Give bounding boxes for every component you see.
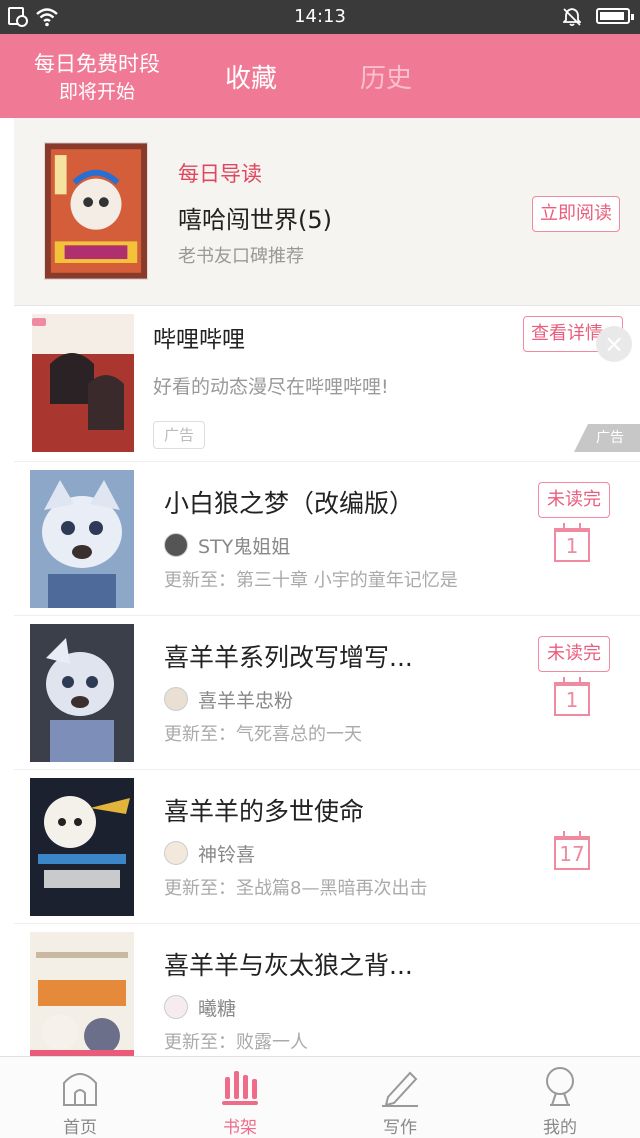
unread-badge[interactable]: 未读完 [538, 482, 610, 518]
book-author: 喜羊羊忠粉 [164, 686, 293, 712]
home-icon [63, 1073, 97, 1106]
close-ad-icon[interactable]: × [596, 326, 632, 362]
book-update: 更新至：圣战篇8—黑暗再次出击 [164, 878, 428, 899]
top-header: 每日免费时段 即将开始 收藏 历史 [0, 34, 640, 118]
promo-line2: 即将开始 [58, 81, 135, 103]
pen-icon [382, 1071, 418, 1107]
mute-bell-icon [563, 8, 581, 27]
book-update: 更新至：败露一人 [164, 1032, 308, 1053]
book-author: 曦糖 [164, 994, 236, 1020]
bookshelf-icon [222, 1071, 258, 1105]
status-time: 14:13 [294, 6, 346, 27]
book-cover[interactable] [30, 624, 134, 762]
book-title: 小白狼之梦（改编版） [164, 489, 415, 518]
tab-favorites[interactable]: 收藏 [225, 58, 277, 95]
ad-card[interactable]: 哔哩哔哩 好看的动态漫尽在哔哩哔哩! 广告 查看详情 × 广告 [14, 306, 640, 462]
unread-badge[interactable]: 未读完 [538, 636, 610, 672]
nav-bookshelf[interactable]: 书架 [160, 1057, 320, 1138]
author-avatar [164, 687, 188, 711]
ad-corner-flag: 广告 [574, 424, 640, 452]
book-cover[interactable] [30, 778, 134, 916]
nav-bookshelf-label: 书架 [223, 1118, 257, 1138]
book-title: 喜羊羊的多世使命 [164, 797, 365, 826]
read-now-button[interactable]: 立即阅读 [532, 196, 620, 232]
tab-history[interactable]: 历史 [360, 58, 412, 95]
daily-tag: 每日导读 [178, 162, 262, 186]
book-author: STY鬼姐姐 [164, 532, 290, 558]
battery-icon [596, 8, 634, 24]
nav-profile[interactable]: 我的 [480, 1057, 640, 1138]
author-name: 神铃喜 [198, 843, 256, 866]
book-title: 喜羊羊与灰太狼之背... [164, 951, 413, 980]
ad-title[interactable]: 哔哩哔哩 [153, 320, 245, 354]
author-name: STY鬼姐姐 [198, 535, 291, 558]
ad-badge: 广告 [153, 421, 205, 449]
nav-home[interactable]: 首页 [0, 1057, 160, 1138]
book-title: 喜羊羊系列改写增写... [164, 643, 413, 672]
book-item[interactable]: 喜羊羊与灰太狼之背... 曦糖 更新至：败露一人 [14, 924, 640, 1078]
status-bar: 14:13 [0, 0, 640, 34]
author-name: 喜羊羊忠粉 [198, 689, 294, 712]
ad-description: 好看的动态漫尽在哔哩哔哩! [153, 376, 389, 398]
nav-write[interactable]: 写作 [320, 1057, 480, 1138]
book-update: 更新至：第三十章 小宇的童年记忆是 [164, 570, 458, 591]
nav-write-label: 写作 [383, 1118, 417, 1138]
book-cover[interactable] [30, 470, 134, 608]
calendar-icon: 1 [554, 523, 590, 562]
book-update: 更新至：气死喜总的一天 [164, 724, 362, 745]
bottom-navigation: 首页 书架 写作 我的 [0, 1056, 640, 1138]
ad-thumbnail[interactable] [32, 314, 134, 452]
author-avatar [164, 533, 188, 557]
book-cover[interactable] [30, 932, 134, 1070]
daily-guide-card[interactable]: 每日导读 嘻哈闯世界(5) 老书友口碑推荐 立即阅读 [14, 118, 640, 306]
book-item[interactable]: 小白狼之梦（改编版） STY鬼姐姐 更新至：第三十章 小宇的童年记忆是 未读完 … [14, 462, 640, 616]
daily-book-cover[interactable] [44, 142, 148, 280]
book-item[interactable]: 喜羊羊系列改写增写... 喜羊羊忠粉 更新至：气死喜总的一天 未读完 1 [14, 616, 640, 770]
daily-subtitle: 老书友口碑推荐 [178, 246, 304, 267]
profile-icon [546, 1067, 574, 1106]
nav-home-label: 首页 [63, 1118, 97, 1138]
nav-profile-label: 我的 [543, 1118, 577, 1138]
author-name: 曦糖 [198, 997, 237, 1020]
calendar-icon: 17 [554, 831, 590, 870]
promo-line1: 每日免费时段 [34, 52, 160, 76]
free-period-promo[interactable]: 每日免费时段 即将开始 [22, 50, 172, 106]
book-item[interactable]: 喜羊羊的多世使命 神铃喜 更新至：圣战篇8—黑暗再次出击 17 [14, 770, 640, 924]
book-author: 神铃喜 [164, 840, 255, 866]
author-avatar [164, 841, 188, 865]
daily-title[interactable]: 嘻哈闯世界(5) [178, 200, 332, 235]
calendar-icon: 1 [554, 677, 590, 716]
author-avatar [164, 995, 188, 1019]
